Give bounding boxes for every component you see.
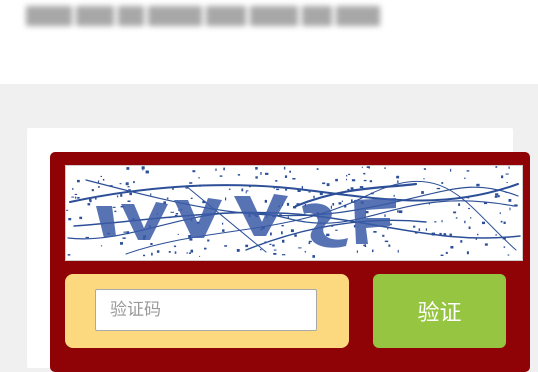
blurred-site-title (26, 0, 384, 30)
captcha-image[interactable] (65, 165, 523, 261)
captcha-input-frame (65, 274, 349, 348)
captcha-noise-art (66, 166, 521, 258)
verify-button[interactable]: 验证 (373, 274, 506, 348)
captcha-input[interactable] (95, 289, 317, 331)
page-header (0, 0, 538, 84)
captcha-panel: 验证 (50, 152, 530, 372)
